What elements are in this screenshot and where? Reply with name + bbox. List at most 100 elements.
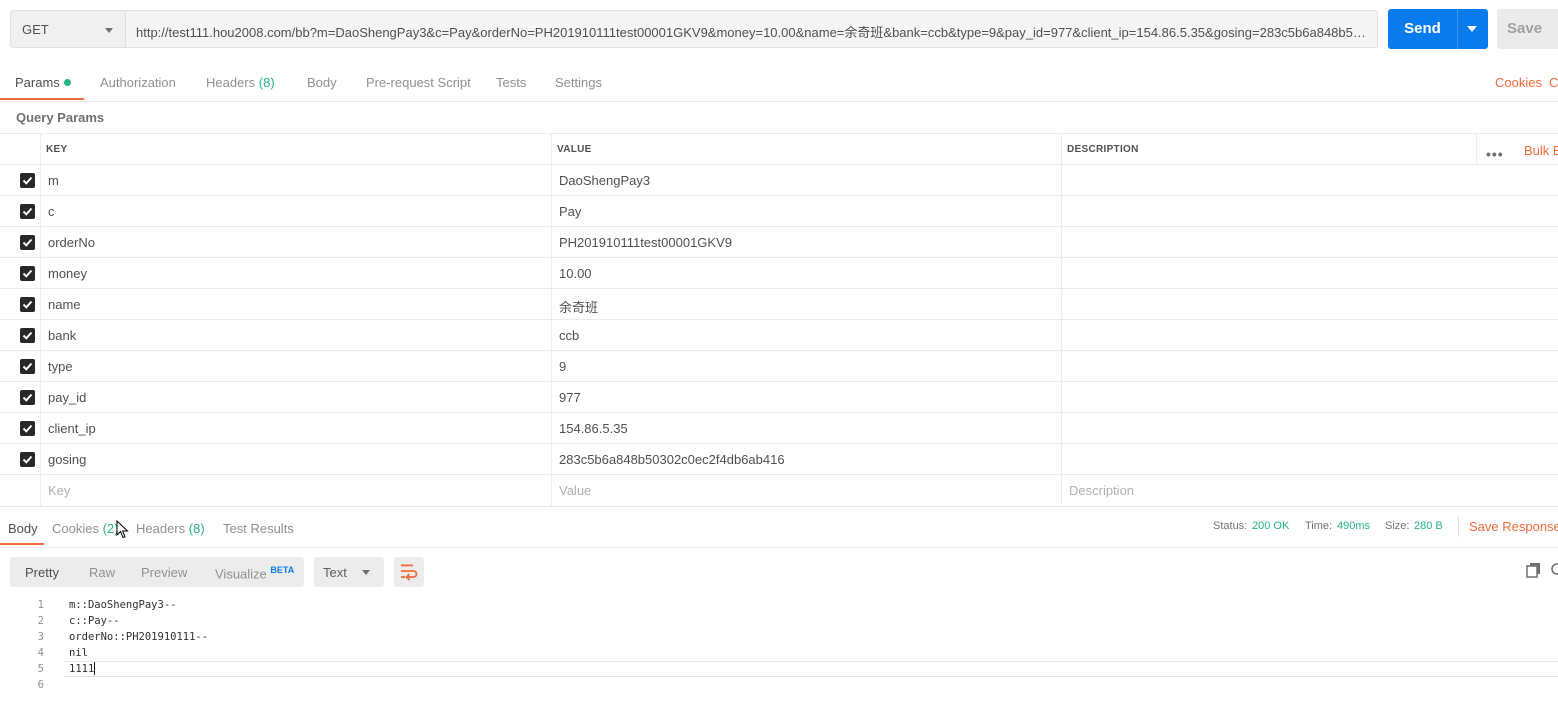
param-description[interactable] <box>1069 235 1469 251</box>
method-select[interactable]: GET <box>10 10 126 48</box>
param-key[interactable]: money <box>48 266 87 281</box>
col-divider <box>40 413 41 444</box>
more-options-icon[interactable]: ••• <box>1486 146 1504 162</box>
tab-headers-label: Headers <box>206 75 256 90</box>
param-key[interactable]: name <box>48 297 81 312</box>
status-value: 200 OK <box>1252 520 1290 532</box>
param-key[interactable]: gosing <box>48 452 86 467</box>
param-description[interactable] <box>1069 359 1469 375</box>
param-row: pay_id 977 <box>0 381 1558 413</box>
tab-tests[interactable]: Tests <box>496 75 526 90</box>
tab-authorization[interactable]: Authorization <box>100 75 176 90</box>
tab-test-results[interactable]: Test Results <box>223 521 294 536</box>
tab-settings[interactable]: Settings <box>555 75 602 90</box>
param-description[interactable] <box>1069 390 1469 406</box>
param-description[interactable] <box>1069 328 1469 344</box>
param-enabled-checkbox[interactable] <box>20 235 35 250</box>
param-description[interactable] <box>1069 266 1469 282</box>
tab-params-label: Params <box>15 75 60 90</box>
param-key[interactable]: bank <box>48 328 76 343</box>
param-key[interactable]: pay_id <box>48 390 86 405</box>
param-description[interactable] <box>1069 173 1469 189</box>
param-description[interactable] <box>1069 204 1469 220</box>
send-button[interactable]: Send <box>1388 9 1488 49</box>
new-key-input[interactable]: Key <box>48 483 70 498</box>
save-response-button[interactable]: Save Response <box>1469 519 1558 534</box>
col-divider <box>1476 134 1477 165</box>
code-line: m::DaoShengPay3-- <box>69 599 177 611</box>
visualize-button[interactable]: Visualize BETA <box>215 565 294 581</box>
language-label: Text <box>323 565 347 580</box>
param-value[interactable]: 977 <box>559 390 581 405</box>
cookies-link[interactable]: Cookies <box>1495 75 1542 90</box>
tab-prerequest-script[interactable]: Pre-request Script <box>366 75 471 90</box>
param-key[interactable]: client_ip <box>48 421 96 436</box>
save-label: Save <box>1507 20 1543 37</box>
param-value[interactable]: 10.00 <box>559 266 592 281</box>
param-description[interactable] <box>1069 452 1469 468</box>
col-divider <box>551 258 552 289</box>
search-icon[interactable] <box>1550 562 1558 581</box>
new-description-input[interactable]: Description <box>1069 483 1134 498</box>
tab-cookies-label: Cookies <box>52 521 99 536</box>
tab-response-headers[interactable]: Headers (8) <box>136 521 205 536</box>
copy-icon[interactable] <box>1526 562 1542 581</box>
param-value[interactable]: 余奇班 <box>559 297 598 316</box>
param-value[interactable]: Pay <box>559 204 581 219</box>
col-divider <box>551 413 552 444</box>
pretty-button[interactable]: Pretty <box>25 565 59 580</box>
code-link[interactable]: Co <box>1549 75 1558 90</box>
param-enabled-checkbox[interactable] <box>20 421 35 436</box>
query-params-title: Query Params <box>16 110 105 125</box>
param-description[interactable] <box>1069 421 1469 437</box>
response-editor[interactable]: 1 m::DaoShengPay3-- 2 c::Pay-- 3 orderNo::PH2… <box>0 596 1558 711</box>
param-enabled-checkbox[interactable] <box>20 452 35 467</box>
param-enabled-checkbox[interactable] <box>20 266 35 281</box>
url-input[interactable]: http://test111.hou2008.com/bb?m=DaoSheng… <box>126 10 1378 48</box>
param-key[interactable]: orderNo <box>48 235 95 250</box>
param-key[interactable]: type <box>48 359 73 374</box>
param-enabled-checkbox[interactable] <box>20 328 35 343</box>
wrap-lines-icon <box>401 564 418 581</box>
preview-button[interactable]: Preview <box>141 565 187 580</box>
col-divider <box>1061 444 1062 475</box>
save-button[interactable]: Save <box>1497 9 1558 49</box>
new-value-input[interactable]: Value <box>559 483 591 498</box>
tab-response-cookies[interactable]: Cookies (2) <box>52 521 118 536</box>
param-enabled-checkbox[interactable] <box>20 390 35 405</box>
tab-resp-headers-count: (8) <box>188 521 205 536</box>
col-divider <box>551 475 552 506</box>
param-description[interactable] <box>1069 297 1469 313</box>
checkmark-icon <box>22 207 33 216</box>
param-value[interactable]: 154.86.5.35 <box>559 421 628 436</box>
wrap-lines-button[interactable] <box>394 557 424 587</box>
tab-params[interactable]: Params <box>15 75 71 90</box>
url-text: http://test111.hou2008.com/bb?m=DaoSheng… <box>136 25 1367 40</box>
param-value[interactable]: PH201910111test00001GKV9 <box>559 235 732 250</box>
raw-button[interactable]: Raw <box>89 565 115 580</box>
params-new-row: Key Value Description <box>0 474 1558 507</box>
send-options-chevron-icon[interactable] <box>1467 26 1477 32</box>
param-value[interactable]: 283c5b6a848b50302c0ec2f4db6ab416 <box>559 452 785 467</box>
bulk-edit-link[interactable]: Bulk E <box>1524 143 1558 158</box>
param-enabled-checkbox[interactable] <box>20 204 35 219</box>
time-value: 490ms <box>1337 520 1371 532</box>
param-enabled-checkbox[interactable] <box>20 173 35 188</box>
col-divider <box>551 382 552 413</box>
tab-headers[interactable]: Headers (8) <box>206 75 275 90</box>
param-enabled-checkbox[interactable] <box>20 297 35 312</box>
col-divider <box>40 165 41 196</box>
tab-response-body[interactable]: Body <box>8 521 38 536</box>
param-enabled-checkbox[interactable] <box>20 359 35 374</box>
param-key[interactable]: m <box>48 173 59 188</box>
visualize-label: Visualize <box>215 566 267 582</box>
param-value[interactable]: ccb <box>559 328 579 343</box>
tab-body[interactable]: Body <box>307 75 337 90</box>
param-key[interactable]: c <box>48 204 55 219</box>
language-select[interactable]: Text <box>314 557 384 587</box>
param-value[interactable]: 9 <box>559 359 566 374</box>
beta-badge: BETA <box>270 565 295 575</box>
param-value[interactable]: DaoShengPay3 <box>559 173 650 188</box>
params-header-row: KEY VALUE DESCRIPTION <box>0 133 1558 165</box>
send-divider <box>1457 9 1458 49</box>
